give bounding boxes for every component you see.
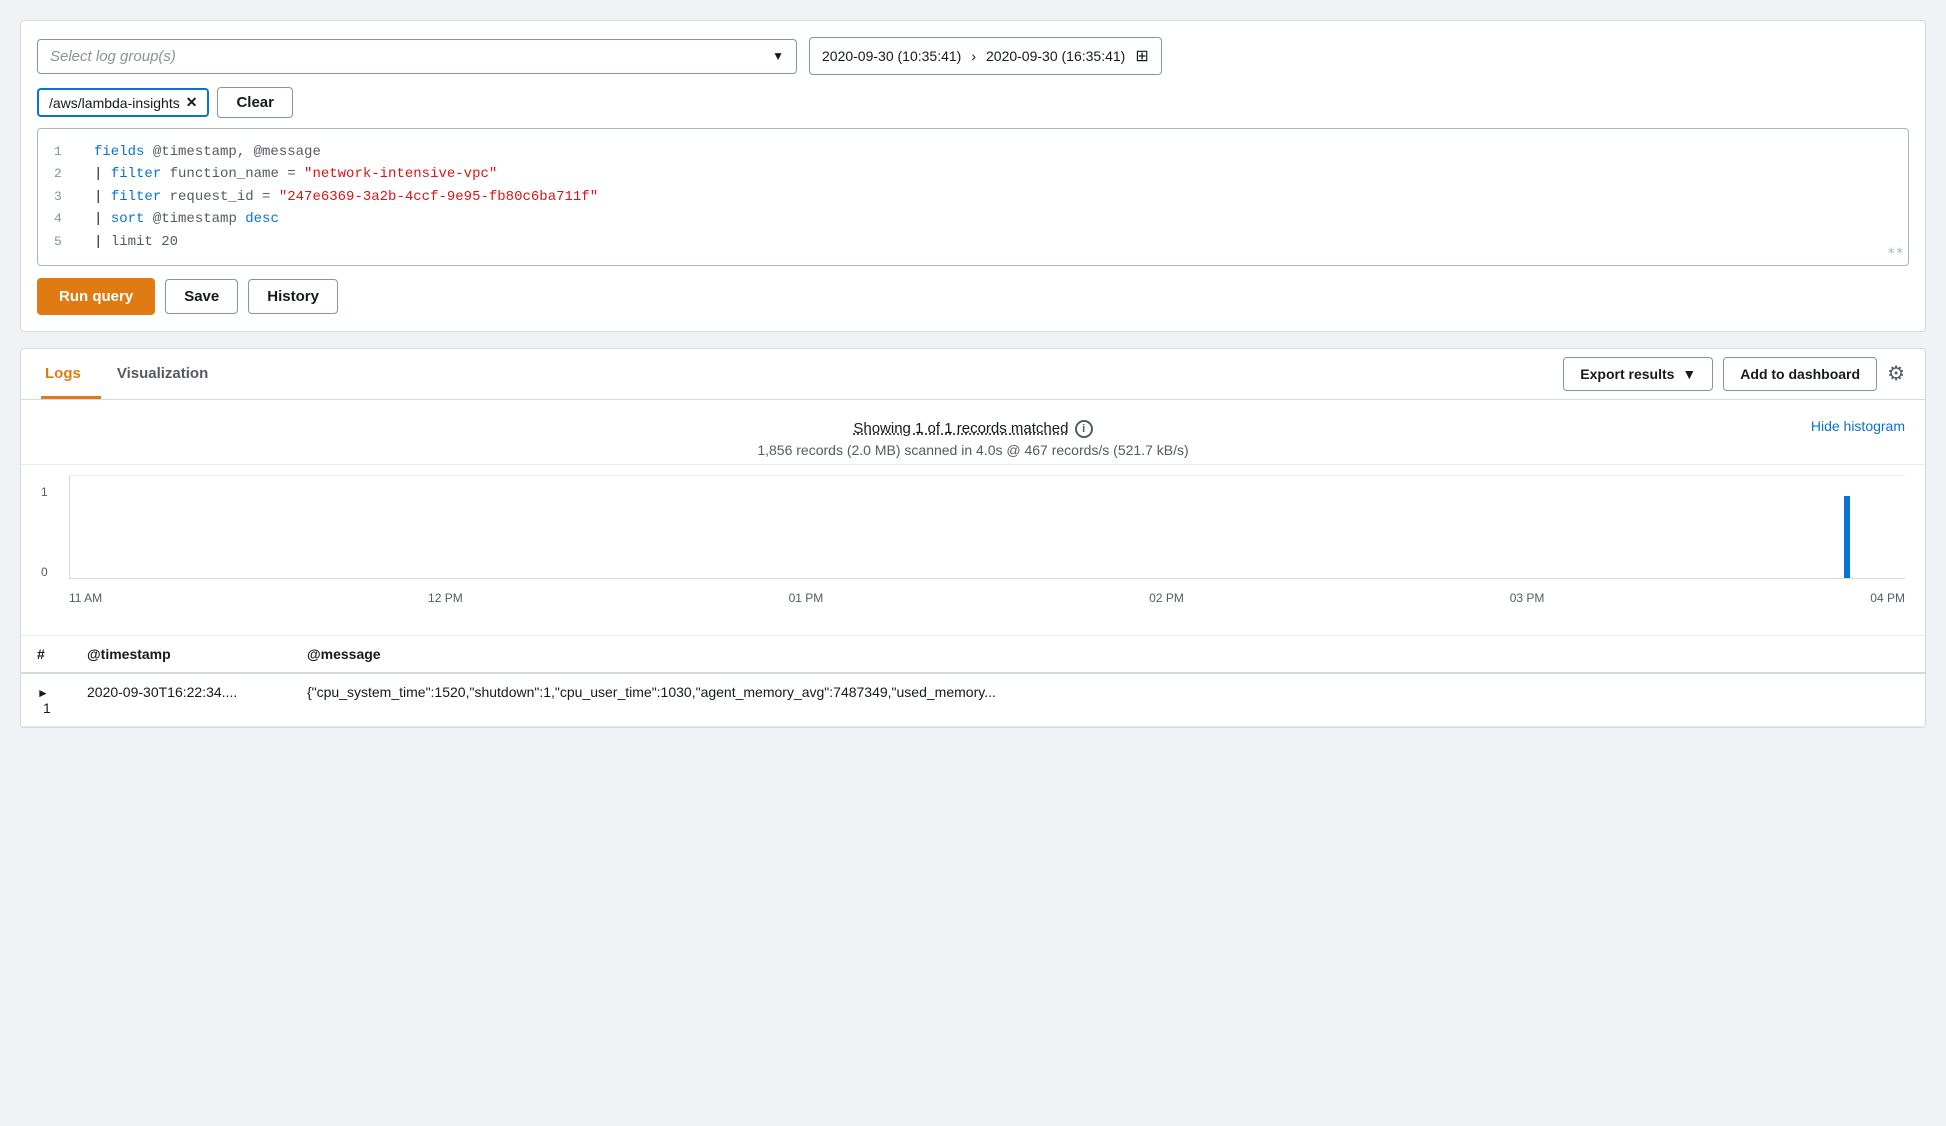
sort-dir: desc: [245, 211, 279, 227]
code-line-5: 5 | limit 20: [38, 231, 1908, 253]
pipe-3: |: [94, 189, 111, 205]
pipe-4: |: [94, 211, 111, 227]
kw-timestamp-msg: @timestamp, @message: [153, 144, 321, 160]
line-num-3: 3: [54, 187, 78, 208]
code-editor[interactable]: 1 fields @timestamp, @message 2 | filter…: [37, 128, 1909, 266]
row-expand-icon[interactable]: ►: [37, 686, 49, 700]
action-row: Run query Save History: [37, 278, 1909, 315]
results-table: # @timestamp @message ► 1 2020-09-30T16:…: [21, 635, 1925, 727]
x-label-03pm: 03 PM: [1510, 591, 1545, 605]
stats-section: Showing 1 of 1 records matched i 1,856 r…: [21, 400, 1925, 465]
histogram-bar: [1844, 496, 1850, 578]
log-group-tag: /aws/lambda-insights ✕: [37, 88, 209, 117]
results-panel: Logs Visualization Export results ▼ Add …: [20, 348, 1926, 728]
code-line-1: 1 fields @timestamp, @message: [38, 141, 1908, 163]
line-num-2: 2: [54, 164, 78, 185]
y-axis-label-0: 0: [41, 565, 48, 579]
x-label-11am: 11 AM: [69, 591, 102, 605]
line-num-1: 1: [54, 142, 78, 163]
tab-visualization[interactable]: Visualization: [113, 349, 228, 399]
tabs-row: Logs Visualization Export results ▼ Add …: [21, 349, 1925, 400]
col-header-hash: #: [21, 635, 71, 673]
histogram-area: 1 0 11 AM 12 PM 01 PM 02 PM 03 PM 04 PM: [21, 475, 1925, 635]
tag-label: /aws/lambda-insights: [49, 95, 180, 111]
table-header-row: # @timestamp @message: [21, 635, 1925, 673]
query-panel: Select log group(s) ▼ 2020-09-30 (10:35:…: [20, 20, 1926, 332]
hide-histogram-link[interactable]: Hide histogram: [1811, 418, 1905, 434]
clear-button[interactable]: Clear: [217, 87, 293, 118]
chart-container: 1 0 11 AM 12 PM 01 PM 02 PM 03 PM 04 PM: [41, 475, 1905, 605]
save-button[interactable]: Save: [165, 279, 238, 314]
gridline-1: [70, 475, 1905, 476]
export-results-label: Export results: [1580, 366, 1674, 382]
date-end: 2020-09-30 (16:35:41): [986, 48, 1125, 64]
x-label-04pm: 04 PM: [1870, 591, 1905, 605]
resize-handle[interactable]: ∗∗: [1887, 241, 1904, 263]
kw-filter-2: filter: [111, 166, 170, 182]
date-range-arrow: ›: [971, 48, 976, 64]
stats-showing: Showing 1 of 1 records matched i: [21, 420, 1925, 438]
filter-field-3: request_id =: [170, 189, 279, 205]
filter-value-2: "network-intensive-vpc": [304, 166, 497, 182]
code-text-3: | filter request_id = "247e6369-3a2b-4cc…: [94, 186, 1892, 208]
pipe-2: |: [94, 166, 111, 182]
row-expand-cell: ► 1: [21, 673, 71, 727]
chart-area: [69, 475, 1905, 579]
row-num: 1: [43, 700, 51, 716]
code-line-4: 4 | sort @timestamp desc: [38, 208, 1908, 230]
kw-filter-3: filter: [111, 189, 170, 205]
calendar-icon[interactable]: ⊞: [1135, 46, 1148, 66]
export-results-button[interactable]: Export results ▼: [1563, 357, 1713, 391]
x-label-12pm: 12 PM: [428, 591, 463, 605]
code-text-5: | limit 20: [94, 231, 1892, 253]
code-text-1: fields @timestamp, @message: [94, 141, 1892, 163]
settings-icon[interactable]: ⚙: [1887, 361, 1905, 386]
code-text-4: | sort @timestamp desc: [94, 208, 1892, 230]
history-button[interactable]: History: [248, 279, 338, 314]
stats-scanned: 1,856 records (2.0 MB) scanned in 4.0s @…: [21, 442, 1925, 458]
add-to-dashboard-button[interactable]: Add to dashboard: [1723, 357, 1877, 391]
code-line-2: 2 | filter function_name = "network-inte…: [38, 163, 1908, 185]
line-num-5: 5: [54, 232, 78, 253]
info-icon[interactable]: i: [1075, 420, 1093, 438]
filter-value-3: "247e6369-3a2b-4ccf-9e95-fb80c6ba711f": [279, 189, 598, 205]
export-dropdown-arrow: ▼: [1682, 366, 1696, 382]
x-label-01pm: 01 PM: [789, 591, 824, 605]
col-header-timestamp: @timestamp: [71, 635, 291, 673]
x-axis-labels: 11 AM 12 PM 01 PM 02 PM 03 PM 04 PM: [69, 591, 1905, 605]
row-message: {"cpu_system_time":1520,"shutdown":1,"cp…: [291, 673, 1925, 727]
line-num-4: 4: [54, 209, 78, 230]
col-header-message: @message: [291, 635, 1925, 673]
tag-close-icon[interactable]: ✕: [186, 94, 198, 111]
log-group-placeholder: Select log group(s): [50, 48, 176, 65]
pipe-5: |: [94, 234, 111, 250]
date-range-picker[interactable]: 2020-09-30 (10:35:41) › 2020-09-30 (16:3…: [809, 37, 1162, 75]
tags-row: /aws/lambda-insights ✕ Clear: [37, 87, 1909, 118]
y-axis-label-1: 1: [41, 485, 48, 499]
table-row: ► 1 2020-09-30T16:22:34.... {"cpu_system…: [21, 673, 1925, 727]
code-line-3: 3 | filter request_id = "247e6369-3a2b-4…: [38, 186, 1908, 208]
top-row: Select log group(s) ▼ 2020-09-30 (10:35:…: [37, 37, 1909, 75]
code-text-2: | filter function_name = "network-intens…: [94, 163, 1892, 185]
x-label-02pm: 02 PM: [1149, 591, 1184, 605]
run-query-button[interactable]: Run query: [37, 278, 155, 315]
date-start: 2020-09-30 (10:35:41): [822, 48, 961, 64]
log-group-select[interactable]: Select log group(s) ▼: [37, 39, 797, 74]
log-group-dropdown-arrow: ▼: [772, 49, 784, 63]
stats-showing-text: Showing 1 of 1 records matched: [853, 420, 1068, 437]
row-timestamp: 2020-09-30T16:22:34....: [71, 673, 291, 727]
filter-field-2: function_name =: [170, 166, 304, 182]
kw-fields: fields: [94, 144, 153, 160]
limit-clause: limit 20: [111, 234, 178, 250]
kw-sort: sort: [111, 211, 153, 227]
sort-field: @timestamp: [153, 211, 245, 227]
tab-logs[interactable]: Logs: [41, 349, 101, 399]
